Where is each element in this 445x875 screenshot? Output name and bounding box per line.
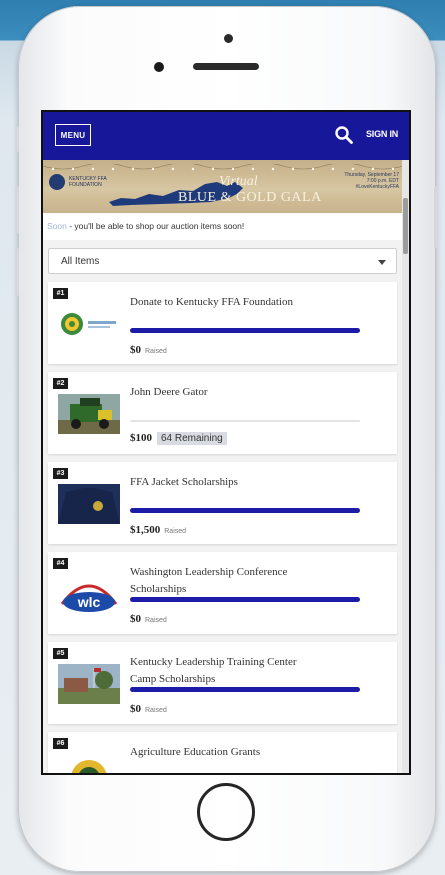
banner-title-virtual: Virtual (219, 174, 258, 189)
auction-item-card[interactable]: #1 Donate to Kentucky FFA Foundation $0 R… (48, 282, 397, 364)
auction-item-card[interactable]: #3 FFA Jacket Scholarships $1,500 Raised (48, 462, 397, 544)
proximity-sensor (154, 62, 164, 72)
ffa-foundation-emblem (49, 174, 65, 190)
item-title: John Deere Gator (130, 386, 208, 398)
caret-down-icon (378, 260, 386, 265)
event-banner: KENTUCKY FFA FOUNDATION Virtual BLUE & G… (43, 160, 402, 213)
ffa-jacket-photo (58, 484, 120, 524)
leadership-center-photo (58, 664, 120, 704)
sign-in-link[interactable]: SIGN IN (366, 129, 398, 139)
item-amount: $0 Raised (130, 703, 167, 715)
auction-item-card[interactable]: #5 Kentucky Leadership Training Center Ca… (48, 642, 397, 724)
home-button[interactable] (197, 783, 255, 841)
menu-button[interactable]: MENU (55, 124, 91, 146)
john-deere-gator-photo (58, 394, 120, 434)
progress-bar (130, 597, 360, 602)
item-amount: $0 Raised (130, 613, 167, 625)
remaining-badge: 64 Remaining (157, 432, 227, 445)
volume-down-button (15, 248, 19, 296)
mute-switch (15, 126, 19, 152)
item-title: Washington Leadership Conference Scholars… (130, 566, 288, 595)
progress-bar (130, 508, 360, 513)
notice-faded-text: Soon (47, 221, 67, 231)
search-icon[interactable] (334, 125, 354, 145)
volume-up-button (15, 186, 19, 234)
item-number-badge: #4 (53, 558, 68, 569)
item-number-badge: #1 (53, 288, 68, 299)
item-title: Agriculture Education Grants (130, 746, 261, 758)
ffa-emblem-photo (71, 760, 107, 773)
front-camera (224, 34, 233, 43)
earpiece-speaker (193, 63, 259, 70)
notice-text: - you'll be able to shop our auction ite… (66, 221, 245, 231)
progress-bar (130, 420, 360, 422)
progress-bar (130, 328, 360, 333)
item-number-badge: #5 (53, 648, 68, 659)
scrollbar-thumb[interactable] (403, 198, 408, 254)
banner-title-gala: BLUE & GOLD GALA (178, 190, 322, 205)
auction-notice: Soon - you'll be able to shop our auctio… (43, 213, 402, 240)
power-button (434, 186, 438, 248)
item-title: Kentucky Leadership Training Center Camp … (130, 656, 297, 685)
item-title: Donate to Kentucky FFA Foundation (130, 296, 293, 308)
app-screen: MENU SIGN IN KENTUCKY FFA FOUNDATION Vir… (41, 110, 411, 775)
auction-item-card[interactable]: #4 wlc Washington Leadership Conference S… (48, 552, 397, 634)
banner-date: Thursday, September 17 7:00 p.m. EDT #Lo… (344, 172, 399, 190)
top-navbar: MENU SIGN IN (43, 112, 409, 160)
ffa-foundation-logo (61, 313, 116, 335)
item-amount: $100 64 Remaining (130, 432, 227, 445)
item-amount: $0 Raised (130, 344, 167, 356)
auction-item-card[interactable]: #2 John Deere Gator $100 64 Remaining (48, 372, 397, 454)
scrollbar[interactable] (402, 160, 409, 773)
item-number-badge: #3 (53, 468, 68, 479)
category-filter-select[interactable]: All Items (48, 248, 397, 274)
item-amount: $1,500 Raised (130, 524, 187, 536)
svg-text:wlc: wlc (77, 594, 101, 610)
auction-item-card[interactable]: #6 Agriculture Education Grants (48, 732, 397, 773)
item-number-badge: #6 (53, 738, 68, 749)
filter-selected-value: All Items (61, 256, 100, 267)
item-title: FFA Jacket Scholarships (130, 476, 238, 488)
item-number-badge: #2 (53, 378, 68, 389)
wlc-logo: wlc (60, 584, 118, 612)
progress-bar (130, 687, 360, 692)
